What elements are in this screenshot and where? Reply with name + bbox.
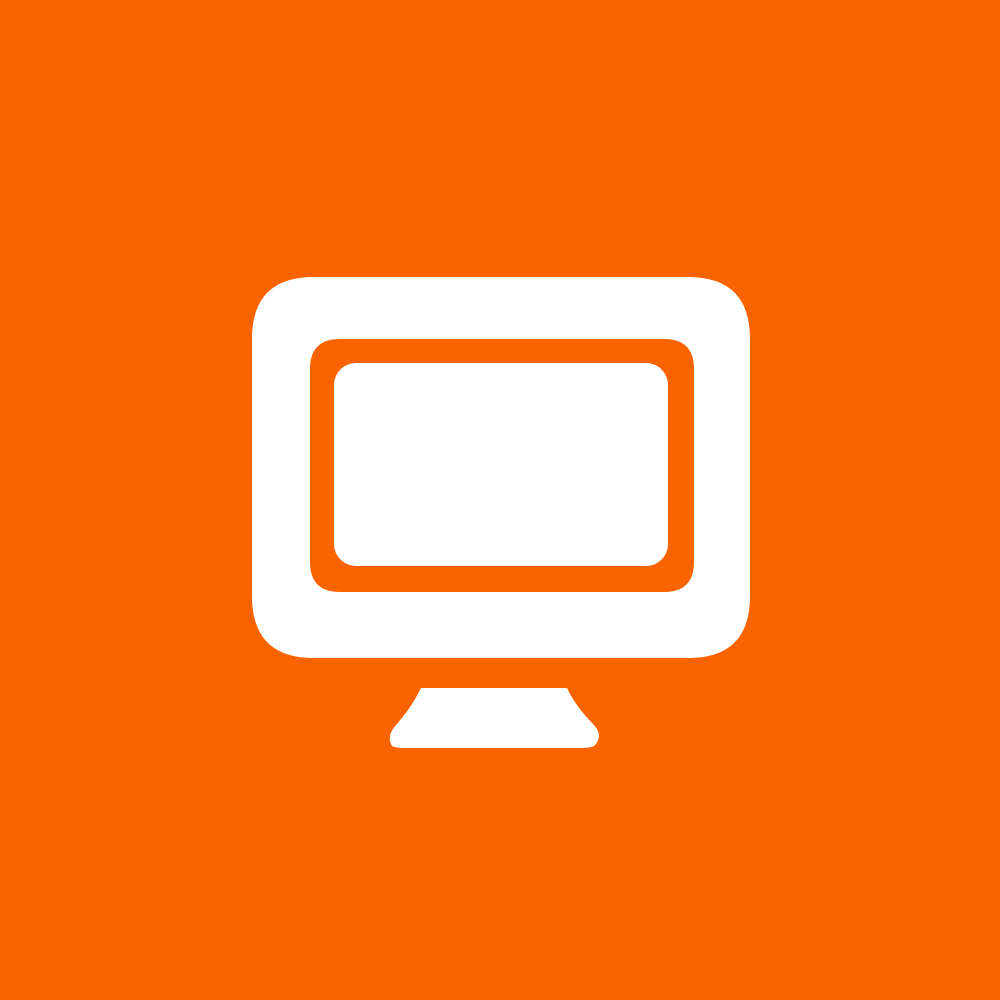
monitor-icon (252, 277, 750, 748)
monitor-screen (334, 363, 668, 566)
app-icon-tile (0, 0, 1000, 1000)
monitor-stand (389, 688, 599, 748)
